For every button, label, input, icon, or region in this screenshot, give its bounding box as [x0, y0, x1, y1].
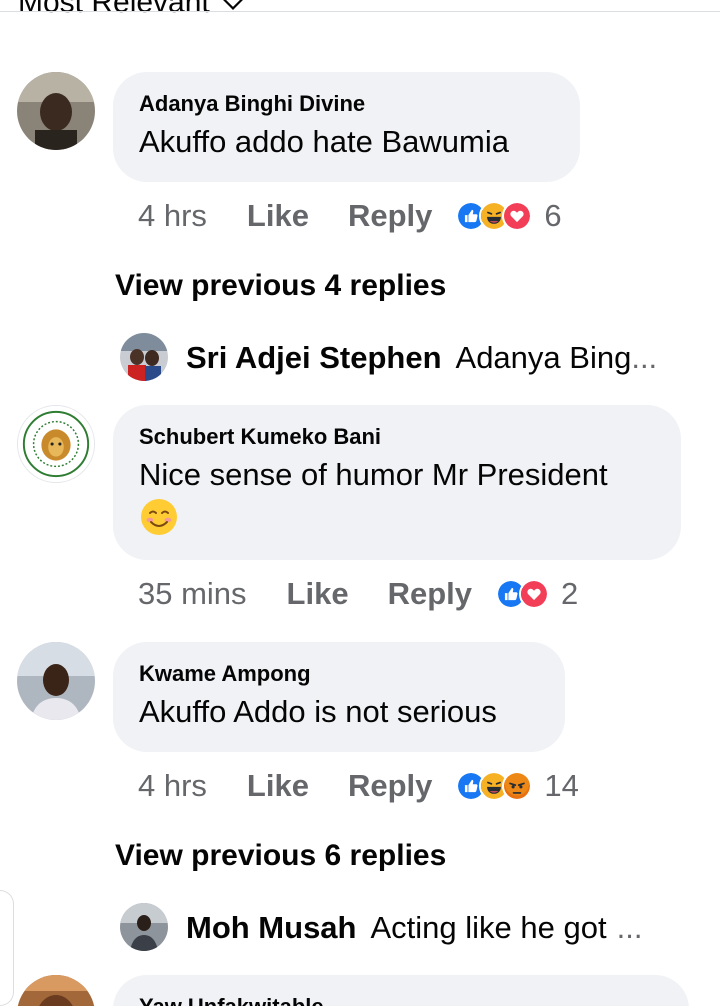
ellipsis: ...	[616, 910, 643, 945]
comment-actions: 35 mins Like Reply 2	[138, 576, 578, 612]
commenter-name[interactable]: Kwame Ampong	[139, 660, 539, 688]
view-previous-replies-link[interactable]: View previous 4 replies	[115, 269, 446, 303]
reaction-count[interactable]: 6	[544, 198, 561, 234]
avatar[interactable]	[17, 642, 95, 720]
comment-bubble[interactable]: Schubert Kumeko Bani Nice sense of humor…	[113, 405, 681, 560]
reaction-summary[interactable]	[456, 201, 533, 231]
avatar[interactable]	[17, 975, 95, 1006]
reply-button[interactable]: Reply	[388, 576, 472, 612]
reaction-summary[interactable]	[496, 579, 549, 609]
comment-text: Akuffo Addo is not serious	[139, 694, 497, 729]
latest-reply-preview[interactable]: Moh Musah Acting like he got...	[186, 910, 642, 946]
reply-author-name[interactable]: Moh Musah	[186, 910, 357, 946]
ellipsis: ...	[631, 340, 658, 375]
comment-actions: 4 hrs Like Reply 14	[138, 768, 579, 804]
divider	[0, 11, 720, 12]
reply-button[interactable]: Reply	[348, 768, 432, 804]
smile-emoji	[139, 497, 179, 537]
avatar[interactable]	[17, 72, 95, 150]
love-reaction-icon	[502, 201, 533, 231]
view-previous-replies-link[interactable]: View previous 6 replies	[115, 839, 446, 873]
commenter-name[interactable]: Schubert Kumeko Bani	[139, 423, 655, 451]
avatar[interactable]	[120, 903, 168, 951]
like-button[interactable]: Like	[247, 198, 309, 234]
comment-time[interactable]: 4 hrs	[138, 198, 207, 234]
comment-time[interactable]: 35 mins	[138, 576, 247, 612]
reply-author-name[interactable]: Sri Adjei Stephen	[186, 340, 442, 376]
sort-label: Most Relevant	[18, 0, 210, 19]
reply-text-preview: Adanya Bing	[455, 340, 632, 375]
reaction-count[interactable]: 14	[544, 768, 578, 804]
like-button[interactable]: Like	[287, 576, 349, 612]
like-button[interactable]: Like	[247, 768, 309, 804]
comment-time[interactable]: 4 hrs	[138, 768, 207, 804]
comment-text: Nice sense of humor Mr President	[139, 457, 608, 492]
sort-dropdown[interactable]: Most Relevant	[18, 0, 246, 20]
reply-button[interactable]: Reply	[348, 198, 432, 234]
comment-bubble[interactable]: Adanya Binghi Divine Akuffo addo hate Ba…	[113, 72, 580, 182]
commenter-name[interactable]: Yaw Unfakwitable	[139, 993, 663, 1006]
comment-bubble[interactable]: Yaw Unfakwitable	[113, 975, 689, 1006]
comment-text: Akuffo addo hate Bawumia	[139, 124, 509, 159]
scroll-edge-handle	[0, 890, 14, 1006]
reaction-summary[interactable]	[456, 771, 533, 801]
reply-text-preview: Acting like he got	[370, 910, 607, 945]
chevron-down-icon	[222, 0, 243, 10]
reaction-count[interactable]: 2	[561, 576, 578, 612]
avatar[interactable]	[17, 405, 95, 483]
latest-reply-preview[interactable]: Sri Adjei Stephen Adanya Bing...	[186, 340, 657, 376]
love-reaction-icon	[519, 579, 549, 609]
angry-reaction-icon	[502, 771, 533, 801]
comment-bubble[interactable]: Kwame Ampong Akuffo Addo is not serious	[113, 642, 565, 752]
avatar[interactable]	[120, 333, 168, 381]
commenter-name[interactable]: Adanya Binghi Divine	[139, 90, 554, 118]
comment-actions: 4 hrs Like Reply 6	[138, 198, 562, 234]
